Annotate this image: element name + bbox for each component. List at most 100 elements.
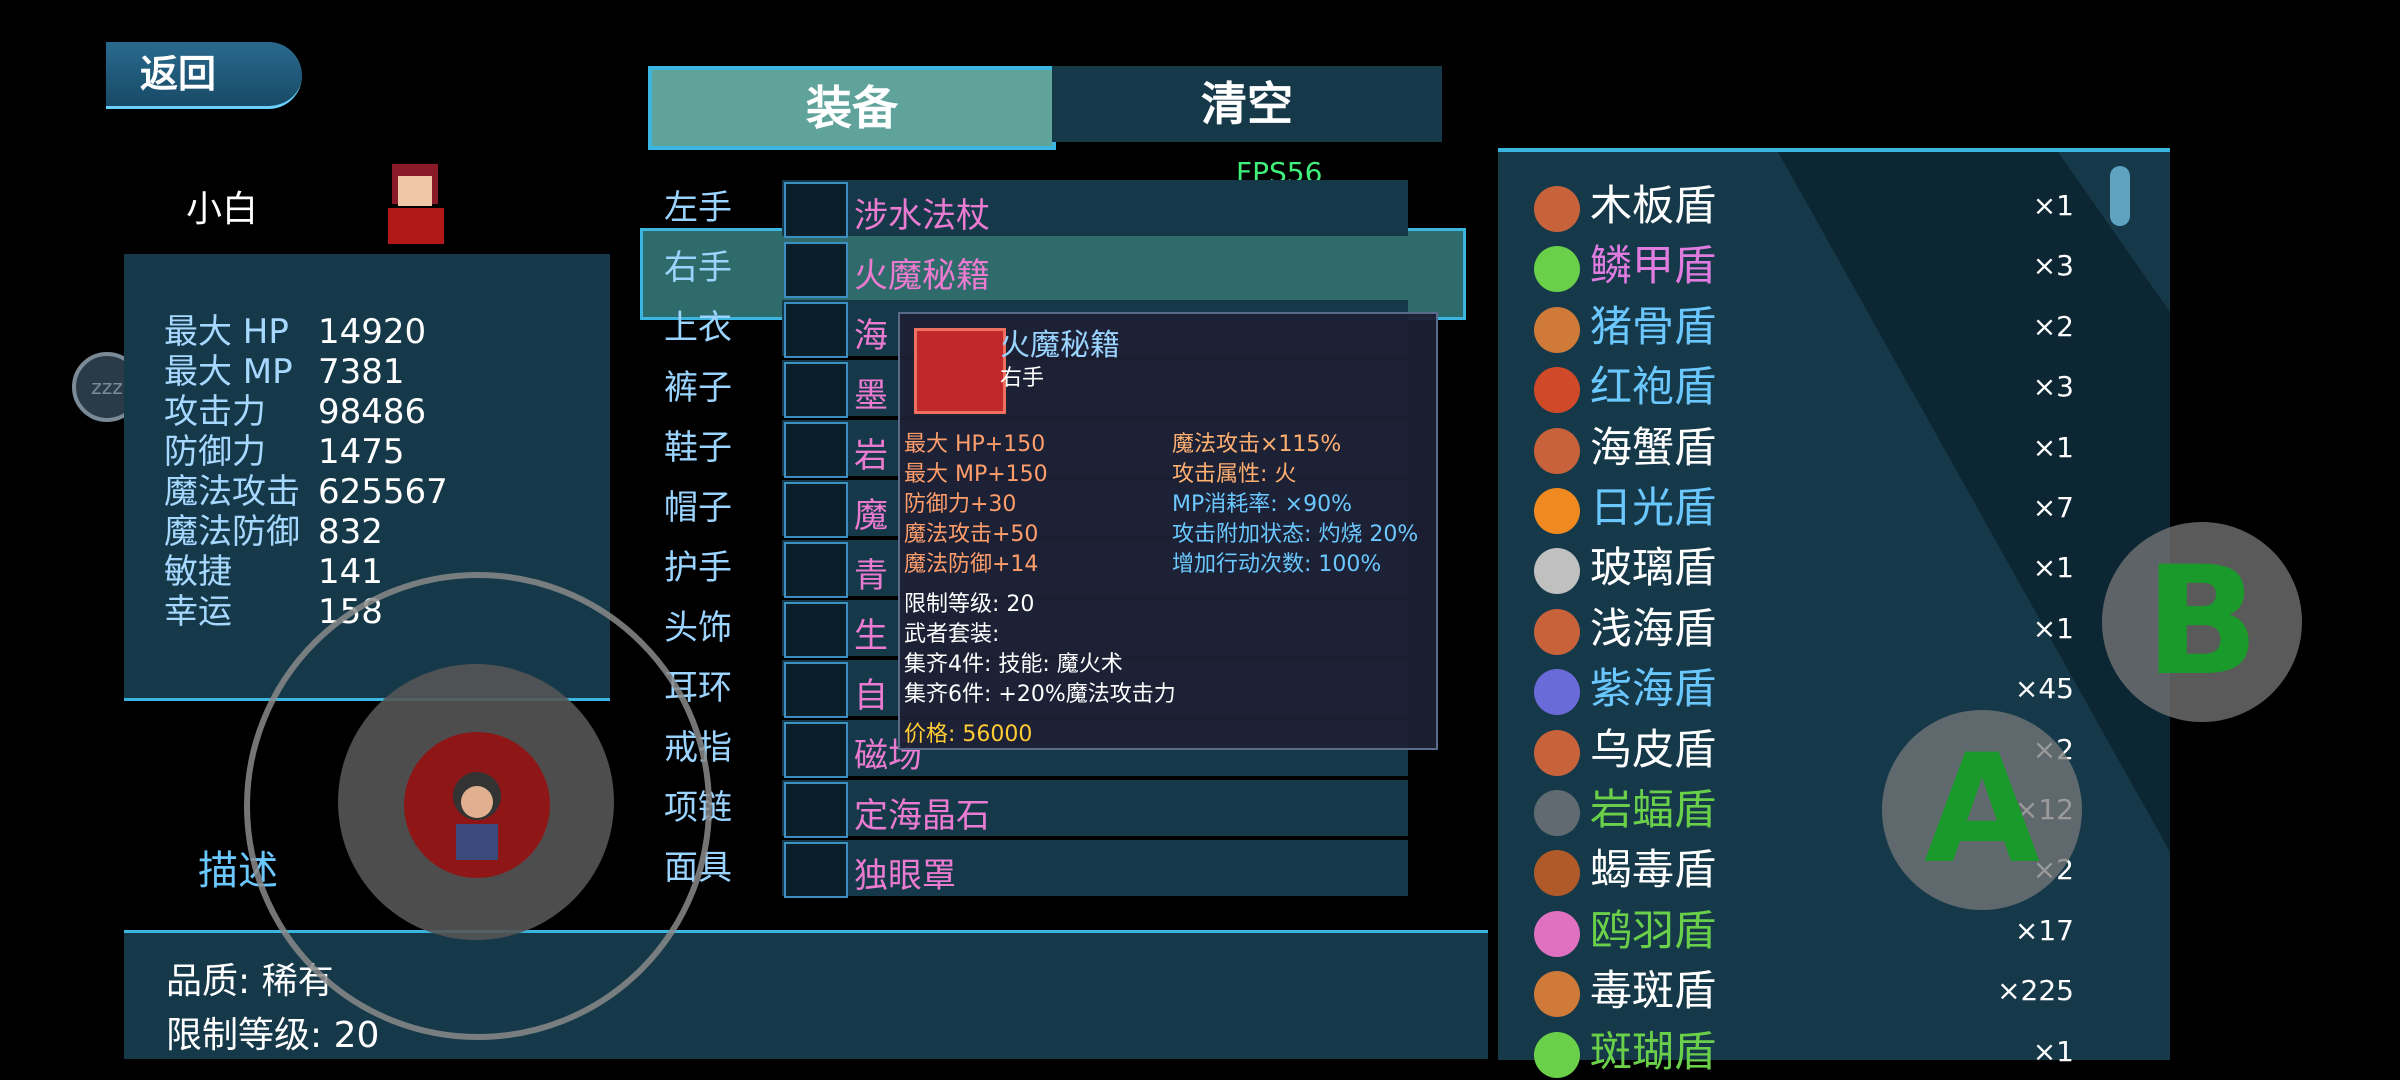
shield-icon — [1534, 971, 1580, 1018]
inventory-item-name: 红袍盾 — [1590, 362, 1717, 412]
b-button[interactable]: B — [2102, 522, 2302, 722]
shield-icon — [1534, 186, 1580, 232]
bonus: 攻击属性: 火 — [1172, 462, 1297, 487]
inventory-item-name: 蝎毒盾 — [1590, 845, 1717, 895]
eyepatch-icon — [784, 842, 848, 898]
gear-earring-icon — [784, 662, 848, 718]
stat-row: 魔法防御 832 — [164, 512, 383, 552]
shield-icon — [1534, 306, 1580, 353]
tab-clear[interactable]: 清空 — [1052, 66, 1442, 142]
inventory-item[interactable]: 紫海盾 ×45 — [1534, 663, 2074, 716]
stat-row: 最大 MP 7381 — [164, 352, 405, 392]
inventory-item[interactable]: 鸥羽盾 ×17 — [1534, 905, 2074, 957]
a-button[interactable]: A — [1882, 710, 2082, 910]
stat-row: 防御力 1475 — [164, 432, 405, 472]
slot-label-pants: 裤子 — [664, 368, 732, 408]
gloves-icon — [784, 542, 848, 598]
inventory-item[interactable]: 海蟹盾 ×1 — [1534, 422, 2074, 474]
tooltip-title: 火魔秘籍 — [1000, 328, 1120, 363]
shield-icon — [1534, 246, 1580, 293]
joystick-knob[interactable] — [404, 732, 550, 878]
inventory-item[interactable]: 鳞甲盾 ×3 — [1534, 240, 2074, 293]
inventory-item-name: 紫海盾 — [1590, 664, 1717, 714]
inventory-item-count: ×7 — [2032, 491, 2074, 524]
inventory-item[interactable]: 猪骨盾 ×2 — [1534, 301, 2074, 353]
book-icon — [914, 328, 1006, 414]
tooltip-set6: 集齐6件: +20%魔法攻击力 — [904, 682, 1176, 707]
inventory-item[interactable]: 毒斑盾 ×225 — [1534, 965, 2074, 1018]
inventory-item-name: 鳞甲盾 — [1590, 241, 1717, 291]
item-tooltip: 火魔秘籍 右手 最大 HP+150 最大 MP+150 防御力+30 魔法攻击+… — [898, 312, 1438, 750]
shield-icon — [1534, 790, 1580, 836]
shield-icon — [1534, 669, 1580, 716]
slot-label-right-hand: 右手 — [664, 248, 732, 288]
shield-icon — [1534, 1031, 1580, 1078]
bonus: MP消耗率: ×90% — [1172, 492, 1352, 517]
inventory-item-count: ×1 — [2032, 430, 2074, 464]
tooltip-set-title: 武者套装: — [904, 622, 1000, 647]
slot-left-hand[interactable]: 涉水法杖 — [782, 180, 1408, 238]
tooltip-level: 限制等级: 20 — [904, 592, 1035, 617]
slot-right-hand[interactable]: 火魔秘籍 — [782, 240, 1408, 298]
tooltip-set4: 集齐4件: 技能: 魔火术 — [904, 652, 1123, 677]
inventory-item-count: ×17 — [2014, 913, 2074, 947]
stat-row: 魔法攻击 625567 — [164, 472, 448, 512]
tooltip-price: 价格: 56000 — [904, 722, 1033, 747]
slot-label-gloves: 护手 — [664, 548, 732, 588]
slot-necklace[interactable]: 定海晶石 — [782, 780, 1408, 838]
character-name: 小白 — [186, 189, 259, 230]
character-portrait — [370, 156, 460, 244]
tab-equip[interactable]: 装备 — [648, 66, 1056, 150]
shield-icon — [1534, 367, 1580, 414]
inventory-item-count: ×225 — [1997, 974, 2074, 1008]
inventory-item-name: 玻璃盾 — [1590, 543, 1717, 593]
slot-label-left-hand: 左手 — [664, 188, 732, 228]
inventory-item-name: 木板盾 — [1590, 181, 1717, 230]
inventory-item[interactable]: 日光盾 ×7 — [1534, 482, 2074, 534]
inventory-item-count: ×1 — [2032, 611, 2074, 645]
shield-icon — [1534, 488, 1580, 534]
inventory-item-count: ×1 — [2032, 189, 2074, 222]
armor-icon — [784, 302, 848, 358]
inventory-item-name: 浅海盾 — [1590, 603, 1717, 653]
inventory-scrollbar[interactable] — [2110, 166, 2130, 226]
inventory-item[interactable]: 斑瑚盾 ×1 — [1534, 1026, 2074, 1078]
stat-row: 幸运 158 — [164, 592, 383, 632]
inventory-item-name: 日光盾 — [1590, 483, 1717, 532]
slot-label-hat: 帽子 — [664, 488, 732, 528]
inventory-item-name: 海蟹盾 — [1590, 422, 1717, 472]
inventory-item-name: 猪骨盾 — [1590, 301, 1717, 351]
inventory-item-count: ×3 — [2032, 249, 2074, 283]
ring-icon — [784, 722, 848, 778]
inventory-item-count: ×45 — [2014, 672, 2074, 706]
bonus: 魔法攻击×115% — [1172, 432, 1342, 457]
staff-icon — [784, 182, 848, 238]
bonus: 最大 MP+150 — [904, 462, 1048, 487]
inventory-item-name: 鸥羽盾 — [1590, 905, 1717, 955]
bonus: 最大 HP+150 — [904, 432, 1046, 457]
pants-icon — [784, 362, 848, 418]
inventory-item-count: ×1 — [2032, 1034, 2074, 1068]
inventory-item[interactable]: 浅海盾 ×1 — [1534, 603, 2074, 655]
inventory-item-count: ×3 — [2032, 370, 2074, 404]
book-icon — [784, 242, 848, 298]
level-text: 限制等级: 20 — [166, 1015, 380, 1056]
antler-icon — [784, 602, 848, 658]
stat-row: 敏捷 141 — [164, 552, 383, 592]
slot-label-shoes: 鞋子 — [664, 428, 732, 468]
shield-icon — [1534, 729, 1580, 776]
inventory-item-count: ×2 — [2032, 309, 2074, 343]
shield-icon — [1534, 548, 1580, 595]
inventory-item[interactable]: 玻璃盾 ×1 — [1534, 542, 2074, 595]
inventory-item-name: 斑瑚盾 — [1590, 1026, 1717, 1076]
inventory-item[interactable]: 红袍盾 ×3 — [1534, 361, 2074, 414]
bonus: 增加行动次数: 100% — [1172, 552, 1382, 577]
inventory-item[interactable]: 木板盾 ×1 — [1534, 180, 2074, 232]
slot-mask[interactable]: 独眼罩 — [782, 840, 1408, 898]
inventory-item-name: 岩蝠盾 — [1590, 785, 1717, 834]
shield-icon — [1534, 608, 1580, 655]
back-button[interactable]: 返回 — [106, 42, 302, 109]
bonus: 魔法攻击+50 — [904, 522, 1039, 547]
shield-icon — [1534, 850, 1580, 897]
tooltip-slot: 右手 — [1000, 366, 1045, 391]
